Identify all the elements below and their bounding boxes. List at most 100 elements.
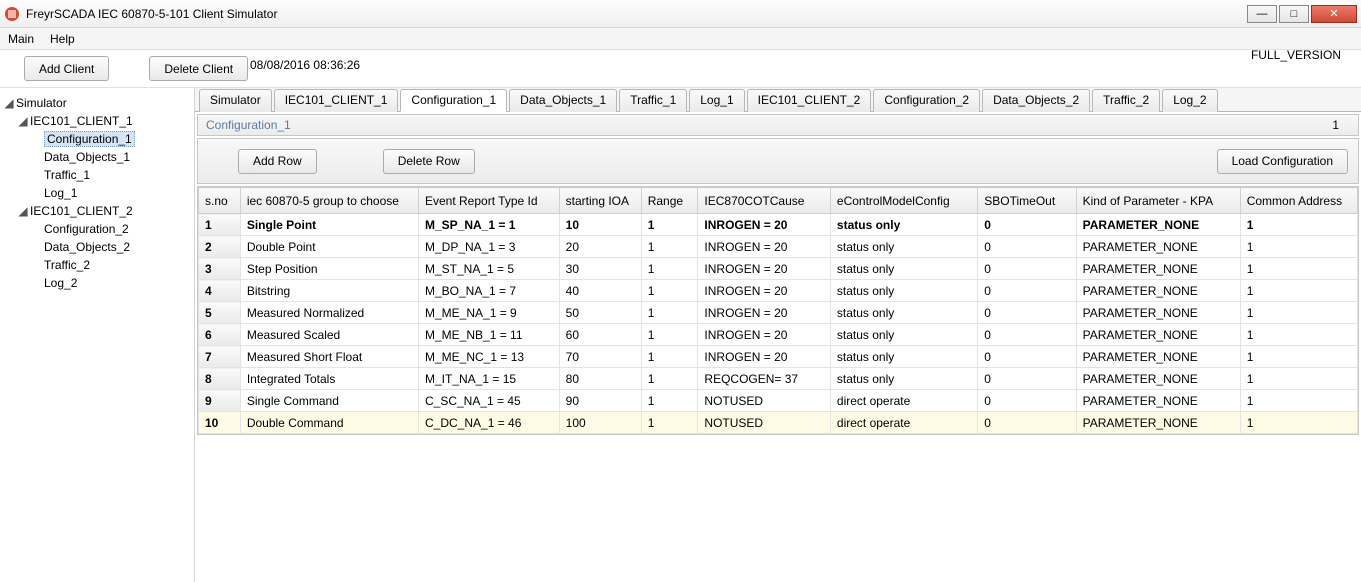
cell-ca[interactable]: 1 <box>1240 346 1357 368</box>
cell-range[interactable]: 1 <box>641 302 698 324</box>
cell-group[interactable]: Double Command <box>240 412 418 434</box>
cell-sbo[interactable]: 0 <box>978 258 1076 280</box>
cell-group[interactable]: Single Command <box>240 390 418 412</box>
cell-cot[interactable]: REQCOGEN= 37 <box>698 368 831 390</box>
cell-range[interactable]: 1 <box>641 390 698 412</box>
cell-ecmc[interactable]: status only <box>830 214 977 236</box>
tree-log1[interactable]: Log_1 <box>44 186 77 200</box>
cell-range[interactable]: 1 <box>641 412 698 434</box>
cell-group[interactable]: Measured Short Float <box>240 346 418 368</box>
cell-sbo[interactable]: 0 <box>978 324 1076 346</box>
cell-ecmc[interactable]: status only <box>830 346 977 368</box>
cell-ca[interactable]: 1 <box>1240 214 1357 236</box>
tree-toggle-icon[interactable]: ◢ <box>4 94 14 112</box>
table-row[interactable]: 4BitstringM_BO_NA_1 = 7401INROGEN = 20st… <box>199 280 1358 302</box>
cell-ca[interactable]: 1 <box>1240 368 1357 390</box>
tree-root[interactable]: Simulator <box>16 96 67 110</box>
cell-sbo[interactable]: 0 <box>978 368 1076 390</box>
tab-log1[interactable]: Log_1 <box>689 89 744 112</box>
th-range[interactable]: Range <box>641 188 698 214</box>
cell-sbo[interactable]: 0 <box>978 302 1076 324</box>
th-kpa[interactable]: Kind of Parameter - KPA <box>1076 188 1240 214</box>
cell-kpa[interactable]: PARAMETER_NONE <box>1076 324 1240 346</box>
tab-data-objects2[interactable]: Data_Objects_2 <box>982 89 1090 112</box>
cell-kpa[interactable]: PARAMETER_NONE <box>1076 236 1240 258</box>
th-cot[interactable]: IEC870COTCause <box>698 188 831 214</box>
cell-ecmc[interactable]: status only <box>830 368 977 390</box>
cell-ioa[interactable]: 20 <box>559 236 641 258</box>
cell-kpa[interactable]: PARAMETER_NONE <box>1076 214 1240 236</box>
add-client-button[interactable]: Add Client <box>24 56 109 81</box>
cell-ca[interactable]: 1 <box>1240 390 1357 412</box>
cell-range[interactable]: 1 <box>641 280 698 302</box>
tree-traffic1[interactable]: Traffic_1 <box>44 168 90 182</box>
cell-ioa[interactable]: 60 <box>559 324 641 346</box>
table-row[interactable]: 7Measured Short FloatM_ME_NC_1 = 13701IN… <box>199 346 1358 368</box>
cell-kpa[interactable]: PARAMETER_NONE <box>1076 346 1240 368</box>
table-row[interactable]: 5Measured NormalizedM_ME_NA_1 = 9501INRO… <box>199 302 1358 324</box>
tree-client2[interactable]: IEC101_CLIENT_2 <box>30 204 133 218</box>
cell-sno[interactable]: 10 <box>199 412 241 434</box>
cell-kpa[interactable]: PARAMETER_NONE <box>1076 258 1240 280</box>
cell-range[interactable]: 1 <box>641 214 698 236</box>
tab-configuration1[interactable]: Configuration_1 <box>400 89 507 112</box>
cell-ca[interactable]: 1 <box>1240 236 1357 258</box>
cell-cot[interactable]: INROGEN = 20 <box>698 346 831 368</box>
cell-ert[interactable]: C_SC_NA_1 = 45 <box>419 390 560 412</box>
cell-group[interactable]: Bitstring <box>240 280 418 302</box>
cell-sbo[interactable]: 0 <box>978 214 1076 236</box>
tab-data-objects1[interactable]: Data_Objects_1 <box>509 89 617 112</box>
cell-ert[interactable]: M_DP_NA_1 = 3 <box>419 236 560 258</box>
cell-group[interactable]: Double Point <box>240 236 418 258</box>
menu-main[interactable]: Main <box>8 32 34 46</box>
cell-range[interactable]: 1 <box>641 324 698 346</box>
cell-sno[interactable]: 8 <box>199 368 241 390</box>
cell-ert[interactable]: M_ME_NC_1 = 13 <box>419 346 560 368</box>
th-ert[interactable]: Event Report Type Id <box>419 188 560 214</box>
tree-cfg2[interactable]: Configuration_2 <box>44 222 129 236</box>
cell-cot[interactable]: NOTUSED <box>698 390 831 412</box>
cell-cot[interactable]: INROGEN = 20 <box>698 236 831 258</box>
tab-client2[interactable]: IEC101_CLIENT_2 <box>747 89 872 112</box>
cell-ioa[interactable]: 40 <box>559 280 641 302</box>
cell-cot[interactable]: INROGEN = 20 <box>698 280 831 302</box>
table-row[interactable]: 8Integrated TotalsM_IT_NA_1 = 15801REQCO… <box>199 368 1358 390</box>
cell-ecmc[interactable]: status only <box>830 324 977 346</box>
load-configuration-button[interactable]: Load Configuration <box>1217 149 1348 174</box>
tab-traffic2[interactable]: Traffic_2 <box>1092 89 1160 112</box>
cell-ecmc[interactable]: status only <box>830 302 977 324</box>
th-sno[interactable]: s.no <box>199 188 241 214</box>
cell-group[interactable]: Measured Normalized <box>240 302 418 324</box>
cell-sno[interactable]: 2 <box>199 236 241 258</box>
tab-client1[interactable]: IEC101_CLIENT_1 <box>274 89 399 112</box>
th-ecmc[interactable]: eControlModelConfig <box>830 188 977 214</box>
cell-sno[interactable]: 9 <box>199 390 241 412</box>
cell-ca[interactable]: 1 <box>1240 258 1357 280</box>
cell-ioa[interactable]: 30 <box>559 258 641 280</box>
tree-client1[interactable]: IEC101_CLIENT_1 <box>30 114 133 128</box>
cell-ert[interactable]: M_IT_NA_1 = 15 <box>419 368 560 390</box>
cell-sno[interactable]: 6 <box>199 324 241 346</box>
cell-ecmc[interactable]: status only <box>830 236 977 258</box>
table-row[interactable]: 2Double PointM_DP_NA_1 = 320 1 INROGEN = 2… <box>199 236 1358 258</box>
cell-range[interactable]: 1 <box>641 258 698 280</box>
cell-ca[interactable]: 1 <box>1240 280 1357 302</box>
cell-ca[interactable]: 1 <box>1240 324 1357 346</box>
th-sbo[interactable]: SBOTimeOut <box>978 188 1076 214</box>
tab-simulator[interactable]: Simulator <box>199 89 272 112</box>
cell-ert[interactable]: M_ME_NB_1 = 11 <box>419 324 560 346</box>
cell-sno[interactable]: 7 <box>199 346 241 368</box>
menu-help[interactable]: Help <box>50 32 75 46</box>
cell-sbo[interactable]: 0 <box>978 390 1076 412</box>
cell-kpa[interactable]: PARAMETER_NONE <box>1076 302 1240 324</box>
th-ca[interactable]: Common Address <box>1240 188 1357 214</box>
tree-cfg1[interactable]: Configuration_1 <box>44 131 135 147</box>
cell-ioa[interactable]: 90 <box>559 390 641 412</box>
cell-ioa[interactable]: 50 <box>559 302 641 324</box>
cell-cot[interactable]: NOTUSED <box>698 412 831 434</box>
table-row[interactable]: 6Measured ScaledM_ME_NB_1 = 11601INROGEN… <box>199 324 1358 346</box>
cell-sno[interactable]: 5 <box>199 302 241 324</box>
cell-cot[interactable]: INROGEN = 20 <box>698 258 831 280</box>
cell-group[interactable]: Integrated Totals <box>240 368 418 390</box>
cell-sno[interactable]: 4 <box>199 280 241 302</box>
